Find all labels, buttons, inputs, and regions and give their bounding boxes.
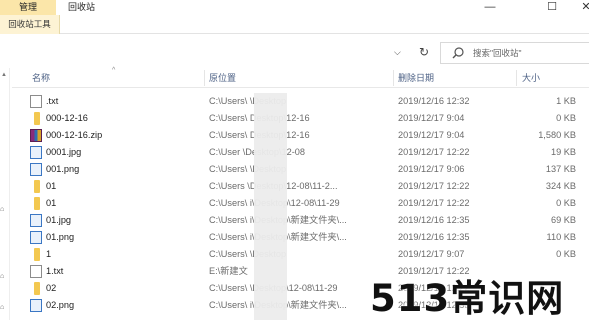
folder-icon bbox=[34, 282, 40, 295]
file-deleted-date: 2019/12/16 12:32 bbox=[398, 96, 470, 106]
watermark-logo: 513常识网 bbox=[370, 277, 565, 320]
file-deleted-date: 2019/12/16 12:35 bbox=[398, 215, 470, 225]
file-row[interactable]: 000-12-16.zipC:\Users\ Desktop\12-162019… bbox=[12, 127, 589, 144]
file-size: 0 KB bbox=[556, 113, 576, 123]
file-size: 69 KB bbox=[550, 215, 576, 225]
file-deleted-date: 2019/12/17 9:06 bbox=[398, 164, 465, 174]
file-row[interactable]: 0001.jpgC:\User \Desktop\12-082019/12/17… bbox=[12, 144, 589, 161]
image-icon bbox=[30, 231, 42, 244]
pin-icon: ⌂ bbox=[0, 304, 5, 311]
close-button[interactable]: ✕ bbox=[571, 0, 589, 15]
address-row: ⌵ ↻ 搜索"回收站" bbox=[0, 36, 589, 68]
search-placeholder: 搜索"回收站" bbox=[473, 48, 522, 58]
ribbon-subbar: 回收站工具 bbox=[0, 15, 589, 34]
column-location[interactable]: 原位置 bbox=[209, 68, 236, 88]
column-name[interactable]: 名称 bbox=[32, 68, 50, 88]
ribbon-tabs: 管理 回收站 — ☐ ✕ bbox=[0, 0, 589, 15]
file-size: 137 KB bbox=[545, 164, 576, 174]
folder-icon bbox=[34, 112, 40, 125]
file-name: .txt bbox=[46, 96, 59, 106]
file-row[interactable]: 01.png C:\Users\ i\Desktop\新建文件夹\... 2019/… bbox=[12, 229, 589, 246]
column-deleted-date[interactable]: 删除日期 bbox=[398, 68, 434, 88]
file-size: 1 KB bbox=[556, 96, 576, 106]
column-divider[interactable] bbox=[393, 70, 394, 86]
file-deleted-date: 2019/12/16 12:35 bbox=[398, 232, 470, 242]
image-icon bbox=[30, 146, 42, 159]
search-input[interactable]: 搜索"回收站" bbox=[440, 42, 589, 64]
chevron-up-icon[interactable]: ▲ bbox=[1, 72, 7, 78]
file-size: 1,580 KB bbox=[538, 130, 576, 140]
file-name: 0001.jpg bbox=[46, 147, 82, 157]
file-size: 324 KB bbox=[545, 181, 576, 191]
pin-icon: ⌂ bbox=[0, 206, 5, 213]
file-location: E:\新建文 bbox=[209, 266, 248, 276]
folder-icon bbox=[34, 248, 40, 261]
minimize-button[interactable]: — bbox=[475, 0, 505, 15]
file-deleted-date: 2019/12/17 12:22 bbox=[398, 181, 470, 191]
file-deleted-date: 2019/12/17 9:07 bbox=[398, 249, 465, 259]
file-row[interactable]: .txt C:\Users\ \Desktop 2019/12/16 12:32 1 … bbox=[12, 93, 589, 110]
file-name: 001.png bbox=[46, 164, 80, 174]
file-row[interactable]: 000-12-16C:\Users\ Desktop\12-162019/12/… bbox=[12, 110, 589, 127]
file-name: 02 bbox=[46, 283, 57, 293]
column-size[interactable]: 大小 bbox=[522, 68, 540, 88]
folder-icon bbox=[34, 180, 40, 193]
file-size: 0 KB bbox=[556, 198, 576, 208]
window-title: 回收站 bbox=[68, 2, 96, 12]
file-deleted-date: 2019/12/17 12:22 bbox=[398, 198, 470, 208]
file-size: 0 KB bbox=[556, 249, 576, 259]
text-file-icon bbox=[30, 265, 42, 278]
file-size: 19 KB bbox=[550, 147, 576, 157]
file-name: 000-12-16.zip bbox=[46, 130, 103, 140]
file-name: 02.png bbox=[46, 300, 75, 310]
pin-icon: ⌂ bbox=[0, 273, 5, 280]
text-file-icon bbox=[30, 95, 42, 108]
image-icon bbox=[30, 214, 42, 227]
file-name: 01 bbox=[46, 198, 57, 208]
file-row[interactable]: 01 C:\Users \Desktop\12-08\11-2... 2019/12… bbox=[12, 178, 589, 195]
maximize-button[interactable]: ☐ bbox=[537, 0, 567, 15]
image-icon bbox=[30, 163, 42, 176]
file-size: 110 KB bbox=[546, 232, 576, 242]
file-deleted-date: 2019/12/17 9:04 bbox=[398, 130, 465, 140]
file-row[interactable]: 01 C:\Users\ i\Desktop\12-08\11-29 2019/12… bbox=[12, 195, 589, 212]
file-name: 000-12-16 bbox=[46, 113, 88, 123]
file-row[interactable]: 001.png C:\Users\ \Desktop 2019/12/17 9:06… bbox=[12, 161, 589, 178]
search-icon bbox=[452, 47, 464, 59]
column-divider[interactable] bbox=[204, 70, 205, 86]
navigation-pane[interactable]: ▲ ⌂ ⌂ ⌂ bbox=[0, 68, 10, 320]
zip-icon bbox=[30, 129, 42, 142]
column-header: 名称 原位置 删除日期 大小 bbox=[12, 68, 589, 88]
image-icon bbox=[30, 299, 42, 312]
file-deleted-date: 2019/12/17 12:22 bbox=[398, 147, 470, 157]
recycle-bin-tools-tab[interactable]: 回收站工具 bbox=[0, 15, 60, 34]
file-name: 1.txt bbox=[46, 266, 64, 276]
file-row[interactable]: 1 C:\Users\ \Desktop 2019/12/17 9:07 0 KB bbox=[12, 246, 589, 263]
refresh-icon[interactable]: ↻ bbox=[414, 42, 434, 62]
chevron-down-icon[interactable]: ⌵ bbox=[394, 47, 401, 58]
redaction-blur bbox=[254, 93, 287, 320]
file-name: 1 bbox=[46, 249, 52, 259]
tab-manage[interactable]: 管理 bbox=[0, 0, 56, 15]
file-name: 01.jpg bbox=[46, 215, 72, 225]
folder-icon bbox=[34, 197, 40, 210]
column-divider[interactable] bbox=[516, 70, 517, 86]
sort-ascending-icon: ^ bbox=[112, 67, 116, 74]
file-name: 01 bbox=[46, 181, 57, 191]
file-deleted-date: 2019/12/17 9:04 bbox=[398, 113, 465, 123]
file-row[interactable]: 01.jpg C:\Users\ i\Desktop\新建文件夹\... 2019/… bbox=[12, 212, 589, 229]
file-name: 01.png bbox=[46, 232, 75, 242]
